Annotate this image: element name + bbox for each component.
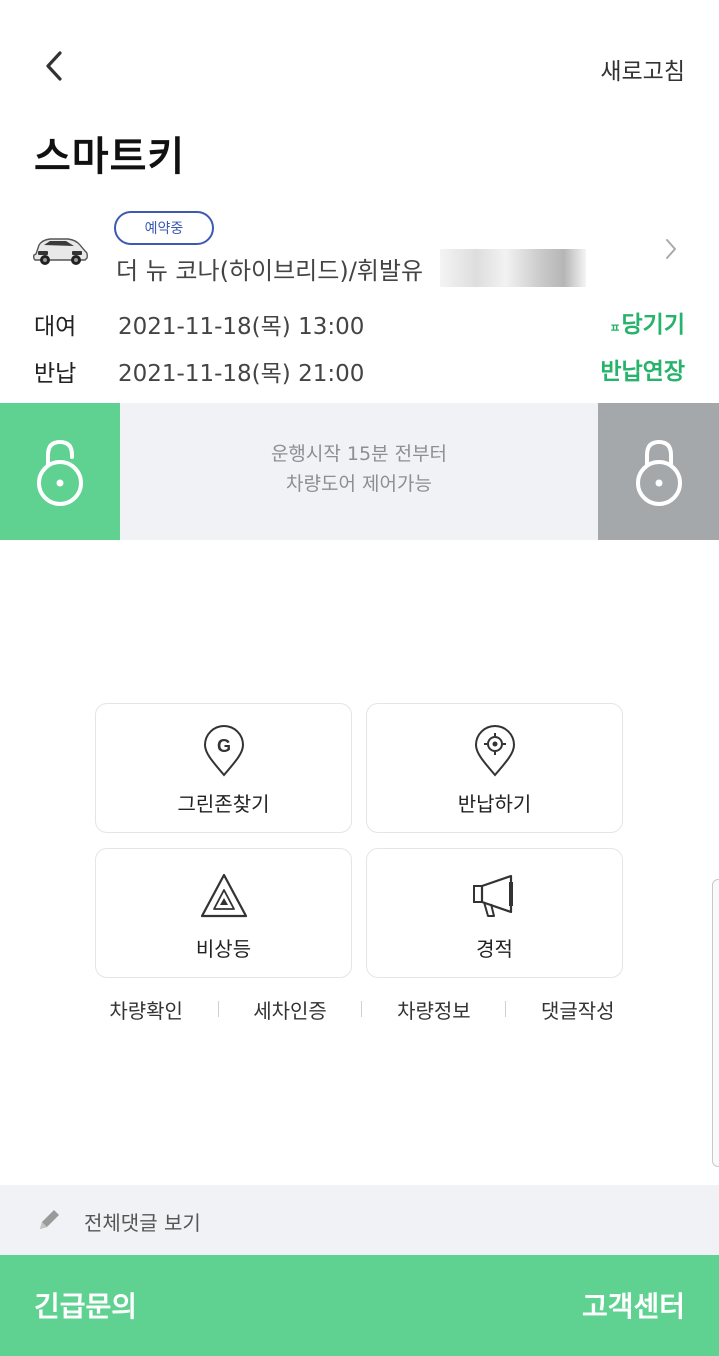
pull-forward-prefix: ㅍ xyxy=(609,321,621,335)
svg-text:G: G xyxy=(216,736,230,756)
emergency-inquiry-button[interactable]: 긴급문의 xyxy=(34,1285,137,1325)
megaphone-icon xyxy=(470,869,520,923)
return-label: 반납 xyxy=(34,361,77,387)
bottom-action-bar: 긴급문의 고객센터 xyxy=(0,1255,719,1356)
find-greenzone-label: 그린존찾기 xyxy=(177,792,270,816)
door-control-message: 운행시작 15분 전부터 차량도어 제어가능 xyxy=(120,439,598,499)
link-divider xyxy=(361,1001,363,1017)
link-vehicle-check[interactable]: 차량확인 xyxy=(109,995,183,1024)
secondary-links: 차량확인 세차인증 차량정보 댓글작성 xyxy=(92,994,632,1024)
link-write-comment[interactable]: 댓글작성 xyxy=(541,995,615,1024)
link-vehicle-info[interactable]: 차량정보 xyxy=(397,995,471,1024)
masked-plate-number xyxy=(440,249,586,287)
extend-return-button[interactable]: 반납연장 xyxy=(600,352,685,386)
link-divider xyxy=(217,1001,219,1017)
hazard-lights-label: 비상등 xyxy=(195,937,252,961)
view-all-comments-bar[interactable]: 전체댓글 보기 xyxy=(0,1185,719,1255)
return-car-button[interactable]: 반납하기 xyxy=(366,703,623,833)
refresh-button[interactable]: 새로고침 xyxy=(600,52,685,86)
customer-center-button[interactable]: 고객센터 xyxy=(582,1285,685,1325)
pull-forward-button[interactable]: ㅍ당기기 xyxy=(609,305,685,339)
door-control-message-line2: 차량도어 제어가능 xyxy=(286,473,432,495)
unlock-icon xyxy=(37,439,83,506)
pencil-icon xyxy=(40,1210,59,1229)
return-datetime: 2021-11-18(목) 21:00 xyxy=(118,361,365,387)
side-scroll-handle[interactable] xyxy=(712,879,719,1167)
return-row: 반납 2021-11-18(목) 21:00 반납연장 xyxy=(0,350,719,390)
chevron-left-icon xyxy=(46,51,62,81)
chevron-right-icon xyxy=(666,239,676,259)
link-divider xyxy=(505,1001,507,1017)
link-wash-verification[interactable]: 세차인증 xyxy=(253,995,327,1024)
return-car-label: 반납하기 xyxy=(457,792,532,816)
view-all-comments-label: 전체댓글 보기 xyxy=(84,1211,201,1235)
reservation-card[interactable]: 예약중 더 뉴 코나(하이브리드)/휘발유 xyxy=(0,205,719,295)
door-control-message-line1: 운행시작 15분 전부터 xyxy=(270,443,448,465)
door-control-band: 운행시작 15분 전부터 차량도어 제어가능 xyxy=(0,403,719,540)
back-button[interactable] xyxy=(36,48,72,84)
header: 새로고침 xyxy=(0,0,719,120)
hazard-triangle-icon xyxy=(199,869,249,923)
lock-button[interactable] xyxy=(598,403,719,540)
greenzone-pin-icon: G xyxy=(199,724,249,778)
unlock-button[interactable] xyxy=(0,403,120,540)
car-name: 더 뉴 코나(하이브리드)/휘발유 xyxy=(116,257,424,285)
car-thumbnail xyxy=(32,238,88,265)
rental-label: 대여 xyxy=(34,314,77,340)
horn-button[interactable]: 경적 xyxy=(366,848,623,978)
rental-row: 대여 2021-11-18(목) 13:00 ㅍ당기기 xyxy=(0,303,719,343)
target-pin-icon xyxy=(470,724,520,778)
page-title: 스마트키 xyxy=(34,134,186,180)
rental-datetime: 2021-11-18(목) 13:00 xyxy=(118,314,365,340)
horn-label: 경적 xyxy=(476,937,513,961)
status-badge: 예약중 xyxy=(114,211,214,245)
hazard-lights-button[interactable]: 비상등 xyxy=(95,848,352,978)
find-greenzone-button[interactable]: G 그린존찾기 xyxy=(95,703,352,833)
lock-icon xyxy=(635,439,682,506)
pull-forward-label: 당기기 xyxy=(621,312,685,338)
